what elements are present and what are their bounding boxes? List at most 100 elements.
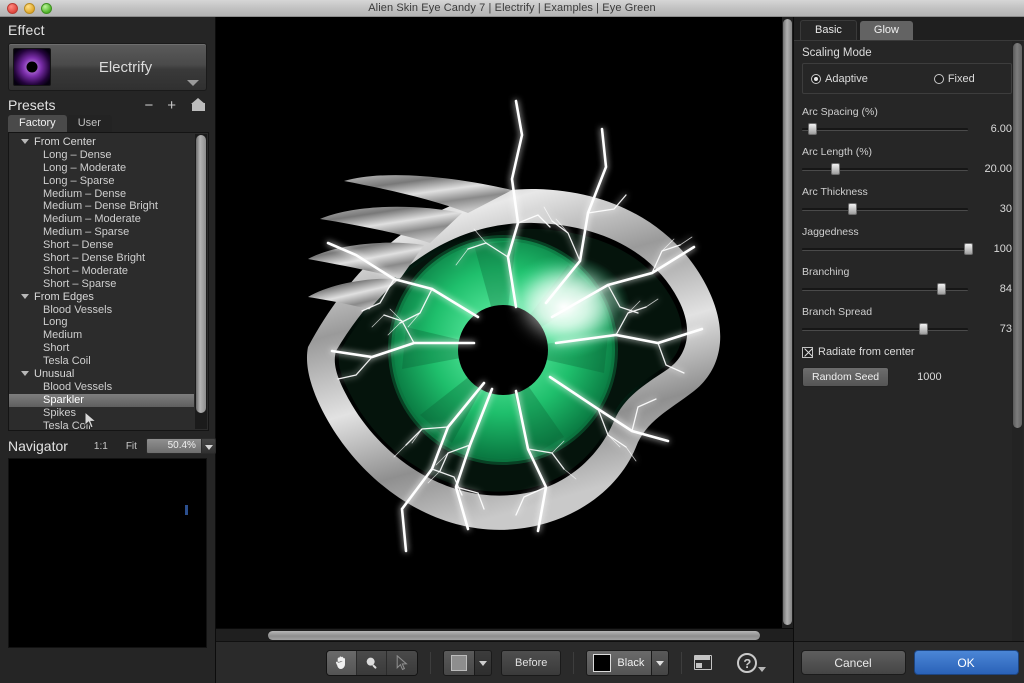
canvas-vertical-scrollbar[interactable] xyxy=(782,17,793,631)
preset-item-row[interactable]: Long xyxy=(9,316,194,329)
chevron-down-icon[interactable] xyxy=(201,438,216,454)
tab-user[interactable]: User xyxy=(66,115,112,132)
random-seed-value[interactable]: 1000 xyxy=(917,371,941,383)
preset-item-row[interactable]: Short – Dense xyxy=(9,239,194,252)
preset-list-scrollbar[interactable] xyxy=(195,134,207,429)
canvas-vertical-scrollbar-thumb[interactable] xyxy=(783,19,792,625)
preset-group-row[interactable]: From Edges xyxy=(9,291,194,304)
settings-scrollbar[interactable] xyxy=(1012,41,1023,641)
parameter-value[interactable]: 100 xyxy=(974,243,1012,255)
preset-item-row[interactable]: Long – Dense xyxy=(9,149,194,162)
help-control[interactable]: ? xyxy=(737,652,767,673)
zoom-one-to-one-button[interactable]: 1:1 xyxy=(94,441,108,452)
tab-factory[interactable]: Factory xyxy=(8,115,67,132)
cancel-button[interactable]: Cancel xyxy=(800,650,906,675)
preset-item-row[interactable]: Medium – Moderate xyxy=(9,213,194,226)
canvas-horizontal-scrollbar-thumb[interactable] xyxy=(268,631,760,640)
scaling-mode-label: Scaling Mode xyxy=(802,47,872,59)
tab-basic[interactable]: Basic xyxy=(800,20,857,40)
radiate-from-center-checkbox[interactable]: Radiate from center xyxy=(802,346,1012,358)
preset-label: Medium xyxy=(43,329,83,342)
preset-item-row[interactable]: Medium – Dense Bright xyxy=(9,200,194,213)
preset-item-row[interactable]: Blood Vessels xyxy=(9,304,194,317)
zoom-level-combo[interactable]: 50.4% xyxy=(145,438,216,454)
pan-hand-tool[interactable] xyxy=(327,650,357,675)
slider-thumb[interactable] xyxy=(807,123,817,135)
preset-item-row[interactable]: Tesla Coil xyxy=(9,355,194,368)
parameter-control: 84 xyxy=(802,283,1012,295)
preview-layout-control[interactable] xyxy=(443,649,492,676)
radio-adaptive[interactable]: Adaptive xyxy=(811,73,868,85)
zoom-fit-button[interactable]: Fit xyxy=(126,441,137,452)
slider-track[interactable] xyxy=(802,323,968,335)
checkbox-checked-icon xyxy=(802,346,813,358)
help-question-icon[interactable]: ? xyxy=(737,652,758,673)
background-color-chip[interactable]: Black xyxy=(586,649,653,676)
preset-item-row[interactable]: Medium – Dense xyxy=(9,188,194,201)
radio-fixed[interactable]: Fixed xyxy=(933,72,975,85)
preset-item-row[interactable]: Sparkler xyxy=(9,393,194,407)
parameter-label: Arc Length (%) xyxy=(802,146,873,158)
slider-track[interactable] xyxy=(802,163,968,175)
select-arrow-tool[interactable] xyxy=(387,650,417,675)
preset-item-row[interactable]: Short – Sparse xyxy=(9,278,194,291)
chevron-down-icon[interactable] xyxy=(758,666,767,672)
preset-tree[interactable]: From Center Long – Dense Long – Moderate Lo… xyxy=(8,132,209,431)
preset-item-row[interactable]: Short xyxy=(9,342,194,355)
slider-track[interactable] xyxy=(802,203,968,215)
slider-thumb[interactable] xyxy=(937,283,947,295)
chevron-down-icon[interactable] xyxy=(475,649,492,676)
remove-preset-button[interactable]: − xyxy=(144,98,153,113)
slider-thumb[interactable] xyxy=(831,163,841,175)
parameter-value[interactable]: 30 xyxy=(974,203,1012,215)
image-canvas[interactable] xyxy=(216,17,793,631)
navigator-thumbnail[interactable] xyxy=(8,458,207,648)
slider-track[interactable] xyxy=(802,283,968,295)
preset-item-row[interactable]: Short – Moderate xyxy=(9,265,194,278)
preset-group-row[interactable]: Unusual xyxy=(9,368,194,381)
preset-label: Long – Sparse xyxy=(43,174,115,187)
preset-item-row[interactable]: Blood Vessels xyxy=(9,381,194,394)
preset-item-row[interactable]: Spikes xyxy=(9,407,194,420)
preset-list-scrollbar-thumb[interactable] xyxy=(196,135,206,413)
slider-track[interactable] xyxy=(802,123,968,135)
preset-item-row[interactable]: Short – Dense Bright xyxy=(9,252,194,265)
parameter-value[interactable]: 6.00 xyxy=(974,123,1012,135)
radio-fixed-label: Fixed xyxy=(947,72,975,85)
before-button[interactable]: Before xyxy=(501,649,562,676)
settings-window-icon[interactable] xyxy=(694,655,713,670)
preset-item-row[interactable]: Long – Sparse xyxy=(9,175,194,188)
chevron-down-icon[interactable] xyxy=(652,649,670,676)
parameter-control: 30 xyxy=(802,203,1012,215)
preset-item-row[interactable]: Medium – Sparse xyxy=(9,226,194,239)
parameter-label: Branch Spread xyxy=(802,306,873,318)
slider-track[interactable] xyxy=(802,243,973,255)
parameter-value[interactable]: 84 xyxy=(974,283,1012,295)
preset-item-row[interactable]: Long – Moderate xyxy=(9,162,194,175)
preview-layout-icon[interactable] xyxy=(443,649,475,676)
tab-glow[interactable]: Glow xyxy=(859,21,913,40)
zoom-level-value[interactable]: 50.4% xyxy=(145,438,202,454)
ok-button[interactable]: OK xyxy=(913,650,1019,675)
canvas-horizontal-scrollbar[interactable] xyxy=(216,628,793,641)
preset-item-row[interactable]: Tesla Coil xyxy=(9,420,194,430)
toolbar-divider-2 xyxy=(573,651,575,674)
parameter-label: Arc Thickness xyxy=(802,186,868,198)
preset-label: Short – Sparse xyxy=(43,277,117,290)
slider-thumb[interactable] xyxy=(847,203,857,215)
random-seed-button[interactable]: Random Seed xyxy=(802,367,890,387)
slider-thumb[interactable] xyxy=(919,323,929,335)
parameter-value[interactable]: 73 xyxy=(974,323,1012,335)
settings-scrollbar-thumb[interactable] xyxy=(1013,43,1022,428)
preset-group-row[interactable]: From Center xyxy=(9,136,194,149)
preset-item-row[interactable]: Medium xyxy=(9,329,194,342)
parameter-label: Jaggedness xyxy=(802,226,859,238)
parameter-value[interactable]: 20.00 xyxy=(974,163,1012,175)
zoom-tool[interactable] xyxy=(357,650,387,675)
effect-selector[interactable]: Electrify xyxy=(8,43,207,91)
slider-thumb[interactable] xyxy=(964,243,973,255)
home-icon[interactable] xyxy=(191,98,205,111)
background-color-control[interactable]: Black xyxy=(586,649,670,676)
add-preset-button[interactable]: + xyxy=(167,98,176,113)
